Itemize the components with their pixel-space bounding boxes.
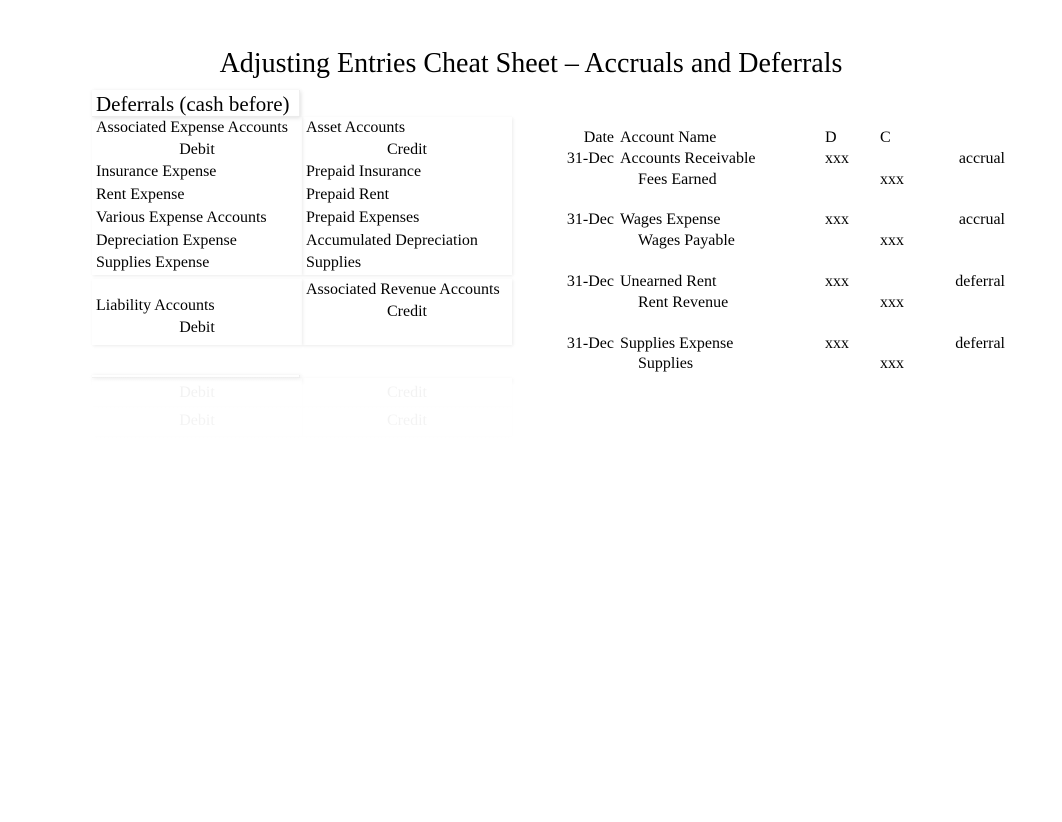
- debit-label-2: Debit: [92, 317, 302, 339]
- journal-credit-account: Supplies: [620, 354, 825, 375]
- journal-line-credit: Supplies xxx: [562, 354, 1022, 375]
- asset-subbox: Asset Accounts Credit Prepaid Insurance …: [302, 117, 512, 275]
- associated-expense-head: Associated Expense Accounts: [92, 117, 302, 139]
- journal-line-debit: 31-DecWages Expensexxx accrual: [562, 210, 1022, 231]
- journal-debit-account: Accounts Receivable: [620, 149, 825, 170]
- pair-row: [92, 343, 302, 345]
- journal-column: Date Account Name D C 31-DecAccounts Rec…: [562, 90, 1022, 495]
- journal-table: Date Account Name D C 31-DecAccounts Rec…: [562, 90, 1022, 495]
- journal-entry-type: deferral: [935, 334, 1005, 355]
- journal-debit-account: Unearned Rent: [620, 272, 825, 293]
- debit-label-1: Debit: [92, 139, 302, 161]
- pair-row: Prepaid Expenses: [302, 207, 512, 230]
- journal-credit-account: Rent Revenue: [620, 293, 825, 314]
- journal-gap: [562, 190, 1022, 210]
- journal-credit-amount: xxx: [880, 231, 935, 252]
- journal-debit-account: Supplies Expense: [620, 334, 825, 355]
- journal-credit-amount: xxx: [880, 293, 935, 314]
- pair-row: Supplies Expense: [92, 252, 302, 275]
- journal-gap: [562, 252, 1022, 272]
- journal-line-debit: 31-DecUnearned Rentxxx deferral: [562, 272, 1022, 293]
- journal-line-credit: Fees Earned xxx: [562, 170, 1022, 191]
- pair-row: Prepaid Rent: [302, 184, 512, 207]
- journal-credit-account: Fees Earned: [620, 170, 825, 191]
- liability-subbox: Liability Accounts Debit: [92, 279, 302, 345]
- credit-label-3: Credit: [302, 382, 512, 404]
- pair-row: Supplies: [302, 252, 512, 275]
- page: Adjusting Entries Cheat Sheet – Accruals…: [0, 0, 1062, 822]
- pair-row: Various Expense Accounts: [92, 207, 302, 230]
- journal-debit-amount: xxx: [825, 334, 880, 355]
- accrual-subbox-d: Credit: [302, 406, 512, 436]
- credit-label-1: Credit: [302, 139, 512, 161]
- debit-label-3: Debit: [92, 382, 302, 404]
- journal-gap: [562, 435, 1022, 455]
- journal-entry-type: deferral: [935, 272, 1005, 293]
- debit-label-4: Debit: [92, 410, 302, 432]
- asset-accounts-head: Asset Accounts: [302, 117, 512, 139]
- journal-gap: [562, 375, 1022, 395]
- journal-gap: [562, 314, 1022, 334]
- journal-credit-amount: xxx: [880, 170, 935, 191]
- pair-row: [302, 434, 512, 436]
- journal-debit-account: Wages Expense: [620, 210, 825, 231]
- journal-line-credit: Rent Revenue xxx: [562, 293, 1022, 314]
- journal-gap: [562, 415, 1022, 435]
- page-title: Adjusting Entries Cheat Sheet – Accruals…: [0, 0, 1062, 80]
- journal-head-debit: D: [825, 128, 880, 149]
- accrual-subbox-c: Debit: [92, 406, 302, 436]
- journal-entries: 31-DecAccounts ReceivablexxxaccrualFees …: [562, 149, 1022, 495]
- expense-asset-box: Associated Expense Accounts Debit Insura…: [92, 117, 512, 275]
- pair-row: Rent Expense: [92, 184, 302, 207]
- pair-row: Depreciation Expense: [92, 230, 302, 253]
- journal-line-debit: 31-DecSupplies Expensexxx deferral: [562, 334, 1022, 355]
- credit-label-2: Credit: [302, 301, 512, 323]
- journal-header: Date Account Name D C: [562, 128, 1022, 149]
- journal-credit-amount: xxx: [880, 354, 935, 375]
- pair-row: [92, 434, 302, 436]
- pair-row: Accumulated Depreciation: [302, 230, 512, 253]
- section-title-deferrals: Deferrals (cash before): [92, 90, 300, 117]
- pair-row: Insurance Expense: [92, 161, 302, 184]
- expense-subbox: Associated Expense Accounts Debit Insura…: [92, 117, 302, 275]
- journal-date: 31-Dec: [562, 272, 620, 293]
- liability-revenue-box: Liability Accounts Debit Associated Reve…: [92, 279, 512, 345]
- accrual-box-2: Debit Credit: [92, 406, 512, 436]
- left-column: Deferrals (cash before) Associated Expen…: [92, 90, 512, 495]
- journal-head-account: Account Name: [620, 128, 825, 149]
- associated-revenue-head: Associated Revenue Accounts: [302, 279, 512, 301]
- journal-gap: [562, 475, 1022, 495]
- accrual-subbox-a: Debit: [92, 378, 302, 406]
- journal-head-credit: C: [880, 128, 935, 149]
- journal-gap: [562, 395, 1022, 415]
- assoc-revenue-subbox: Associated Revenue Accounts Credit: [302, 279, 512, 345]
- journal-date: 31-Dec: [562, 334, 620, 355]
- journal-gap: [562, 455, 1022, 475]
- journal-line-debit: 31-DecAccounts Receivablexxx accrual: [562, 149, 1022, 170]
- liability-accounts-head: Liability Accounts: [92, 279, 302, 317]
- journal-entry-type: accrual: [935, 210, 1005, 231]
- accrual-subbox-b: Credit: [302, 378, 512, 406]
- accrual-box-1: Debit Credit: [92, 378, 512, 406]
- content-area: Deferrals (cash before) Associated Expen…: [92, 90, 1022, 495]
- journal-entry-type: accrual: [935, 149, 1005, 170]
- credit-label-4: Credit: [302, 410, 512, 432]
- journal-debit-amount: xxx: [825, 210, 880, 231]
- pair-row: [302, 327, 512, 329]
- pair-row: Prepaid Insurance: [302, 161, 512, 184]
- journal-head-date: Date: [562, 128, 620, 149]
- journal-debit-amount: xxx: [825, 149, 880, 170]
- journal-date: 31-Dec: [562, 149, 620, 170]
- accruals-section: Debit Credit Debit: [92, 375, 512, 436]
- journal-debit-amount: xxx: [825, 272, 880, 293]
- journal-credit-account: Wages Payable: [620, 231, 825, 252]
- deferrals-section: Deferrals (cash before) Associated Expen…: [92, 90, 512, 345]
- journal-line-credit: Wages Payable xxx: [562, 231, 1022, 252]
- journal-date: 31-Dec: [562, 210, 620, 231]
